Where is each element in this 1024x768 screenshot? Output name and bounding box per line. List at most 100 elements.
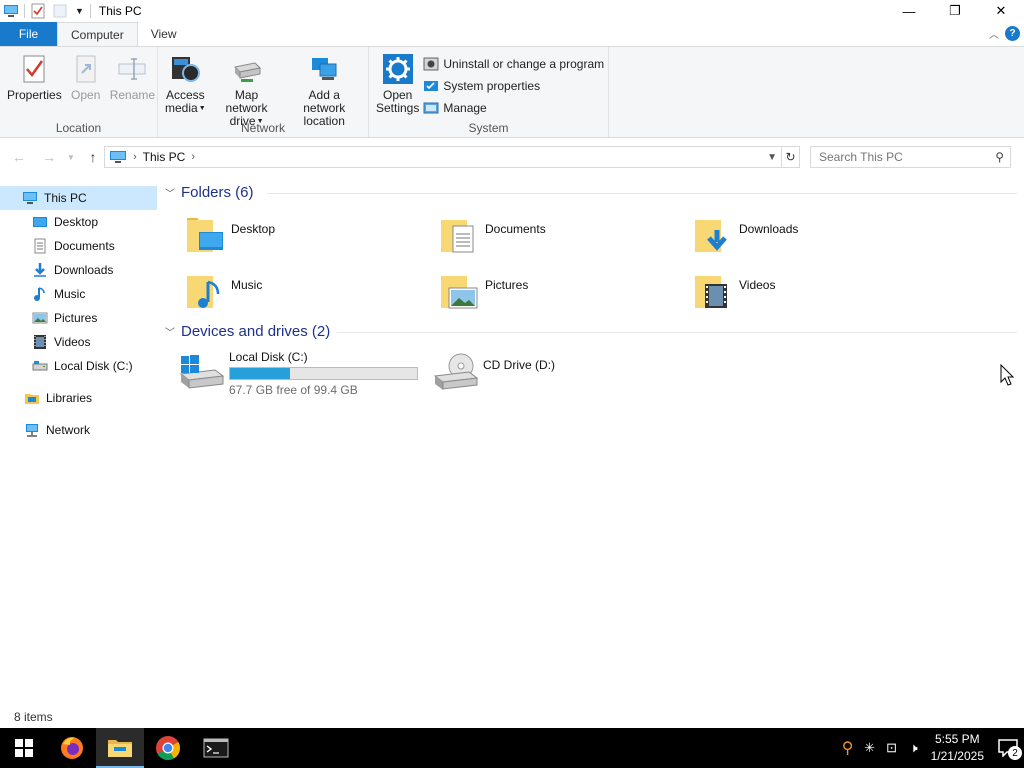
chevron-down-icon[interactable]: ﹀ — [165, 324, 175, 339]
windows-drive-icon — [179, 355, 225, 389]
drives-header-label: Devices and drives (2) — [181, 323, 331, 340]
nav-item-local-disk[interactable]: Local Disk (C:) — [0, 354, 157, 378]
breadcrumb-chevron-icon[interactable]: › — [191, 151, 195, 163]
add-network-location-icon — [312, 58, 337, 80]
network-group-label: Network — [240, 121, 285, 135]
ribbon: Properties Open Rename Location Access m… — [0, 46, 1024, 138]
taskbar-file-explorer[interactable] — [96, 728, 144, 768]
breadcrumb[interactable]: This PC — [143, 150, 186, 164]
nav-item-network[interactable]: Network — [0, 418, 157, 442]
search-input[interactable]: Search This PC ⚲ — [810, 146, 1011, 168]
ribbon-group-system: Open Settings Uninstall or change a prog… — [369, 47, 609, 137]
folder-downloads[interactable]: Downloads — [689, 212, 929, 262]
notification-count-badge: 2 — [1008, 746, 1022, 760]
tab-view[interactable]: View — [138, 22, 190, 46]
videos-icon — [34, 335, 46, 349]
uninstall-program-button[interactable]: Uninstall or change a program — [423, 53, 604, 75]
close-button[interactable]: ✕ — [978, 0, 1024, 22]
desktop-folder-icon — [187, 218, 223, 252]
nav-item-libraries[interactable]: Libraries — [0, 386, 157, 410]
uninstall-program-icon — [423, 57, 439, 71]
ribbon-group-network: Access media▼ Map network drive▼ Add a n… — [158, 47, 369, 137]
help-icon[interactable]: ? — [1005, 26, 1020, 41]
nav-label: Pictures — [54, 311, 98, 325]
nav-item-music[interactable]: Music — [0, 282, 157, 306]
toolbar-separator — [24, 4, 25, 18]
back-arrow-icon[interactable]: ← — [4, 149, 34, 165]
taskbar-chrome[interactable] — [144, 728, 192, 768]
chevron-down-icon[interactable]: ﹀ — [165, 185, 175, 200]
system-properties-button[interactable]: System properties — [423, 75, 604, 97]
window-title: This PC — [98, 4, 142, 18]
this-pc-icon — [110, 151, 126, 163]
search-icon[interactable]: ⚲ — [995, 150, 1004, 164]
drive-local-disk[interactable]: Local Disk (C:) 67.7 GB free of 99.4 GB — [177, 350, 418, 397]
drive-icon — [32, 361, 48, 371]
folders-group-header[interactable]: ﹀ Folders (6) — [165, 184, 254, 201]
drive-usage-bar — [229, 367, 418, 380]
nav-item-documents[interactable]: Documents — [0, 234, 157, 258]
status-bar: 8 items — [0, 706, 1024, 728]
nav-item-desktop[interactable]: Desktop — [0, 210, 157, 234]
this-pc-icon[interactable] — [3, 3, 19, 19]
tab-file[interactable]: File — [0, 22, 57, 46]
folder-desktop[interactable]: Desktop — [181, 212, 421, 262]
folder-label: Videos — [739, 278, 776, 292]
network-status-icon[interactable]: ✳ — [859, 728, 881, 768]
folder-label: Downloads — [739, 222, 799, 236]
wifi-icon[interactable]: ⊡ — [881, 728, 903, 768]
mouse-cursor-icon — [1000, 364, 1014, 386]
taskbar-firefox[interactable] — [48, 728, 96, 768]
address-dropdown-icon[interactable]: ▼ — [767, 152, 777, 163]
group-divider — [267, 193, 1017, 194]
manage-button[interactable]: Manage — [423, 97, 604, 119]
dropdown-caret-icon: ▼ — [198, 105, 206, 113]
start-button[interactable] — [0, 728, 48, 768]
nav-item-videos[interactable]: Videos — [0, 330, 157, 354]
clock[interactable]: 5:55 PM 1/21/2025 — [931, 731, 984, 765]
folder-label: Pictures — [485, 278, 529, 292]
tab-computer[interactable]: Computer — [57, 22, 138, 46]
network-icon — [26, 424, 38, 437]
folder-documents[interactable]: Documents — [435, 212, 675, 262]
manage-icon — [423, 102, 439, 114]
nav-label: Desktop — [54, 215, 99, 229]
address-bar-row: ← → ▼ ↑ › This PC › ▼ ↻ Search This PC ⚲ — [0, 138, 1024, 176]
nav-label: Libraries — [46, 391, 93, 405]
open-label: Open — [71, 88, 101, 102]
folder-videos[interactable]: Videos — [689, 268, 929, 318]
search-tray-icon[interactable]: ⚲ — [837, 728, 859, 768]
folder-label: Documents — [485, 222, 546, 236]
action-center-button[interactable]: 2 — [992, 728, 1024, 768]
system-properties-icon — [424, 81, 439, 91]
properties-label: Properties — [7, 88, 62, 102]
add-network-location-label-1: Add a network — [303, 88, 346, 115]
nav-item-pictures[interactable]: Pictures — [0, 306, 157, 330]
folder-pictures[interactable]: Pictures — [435, 268, 675, 318]
maximize-button[interactable]: ❐ — [932, 0, 978, 22]
nav-label: Network — [46, 423, 91, 437]
collapse-ribbon-icon[interactable]: ︿ — [989, 26, 999, 41]
clock-time: 5:55 PM — [934, 732, 980, 746]
customize-toolbar-icon[interactable]: ▼ — [75, 6, 84, 16]
address-bar[interactable]: › This PC › ▼ — [104, 146, 782, 168]
new-folder-small-icon[interactable] — [52, 3, 68, 19]
taskbar-terminal[interactable] — [192, 728, 240, 768]
manage-label: Manage — [443, 101, 487, 115]
rename-icon — [118, 58, 146, 80]
folder-music[interactable]: Music — [181, 268, 421, 318]
videos-folder-icon — [695, 276, 727, 308]
refresh-icon[interactable]: ↻ — [782, 146, 800, 168]
volume-icon[interactable]: 🕨 — [903, 728, 925, 768]
ribbon-tabs: File Computer View ︿ ? — [0, 22, 1024, 46]
nav-item-downloads[interactable]: Downloads — [0, 258, 157, 282]
main-content: ﹀ Folders (6) Desktop Documents Download… — [157, 176, 1024, 706]
item-count: 8 items — [14, 710, 53, 724]
properties-small-icon[interactable] — [30, 3, 46, 19]
minimize-button[interactable]: — — [886, 0, 932, 22]
drive-cd[interactable]: CD Drive (D:) — [431, 350, 555, 392]
nav-item-this-pc[interactable]: This PC — [0, 186, 157, 210]
drives-group-header[interactable]: ﹀ Devices and drives (2) — [165, 323, 330, 340]
drive-free-space: 67.7 GB free of 99.4 GB — [229, 383, 358, 397]
breadcrumb-chevron-icon[interactable]: › — [133, 151, 137, 163]
